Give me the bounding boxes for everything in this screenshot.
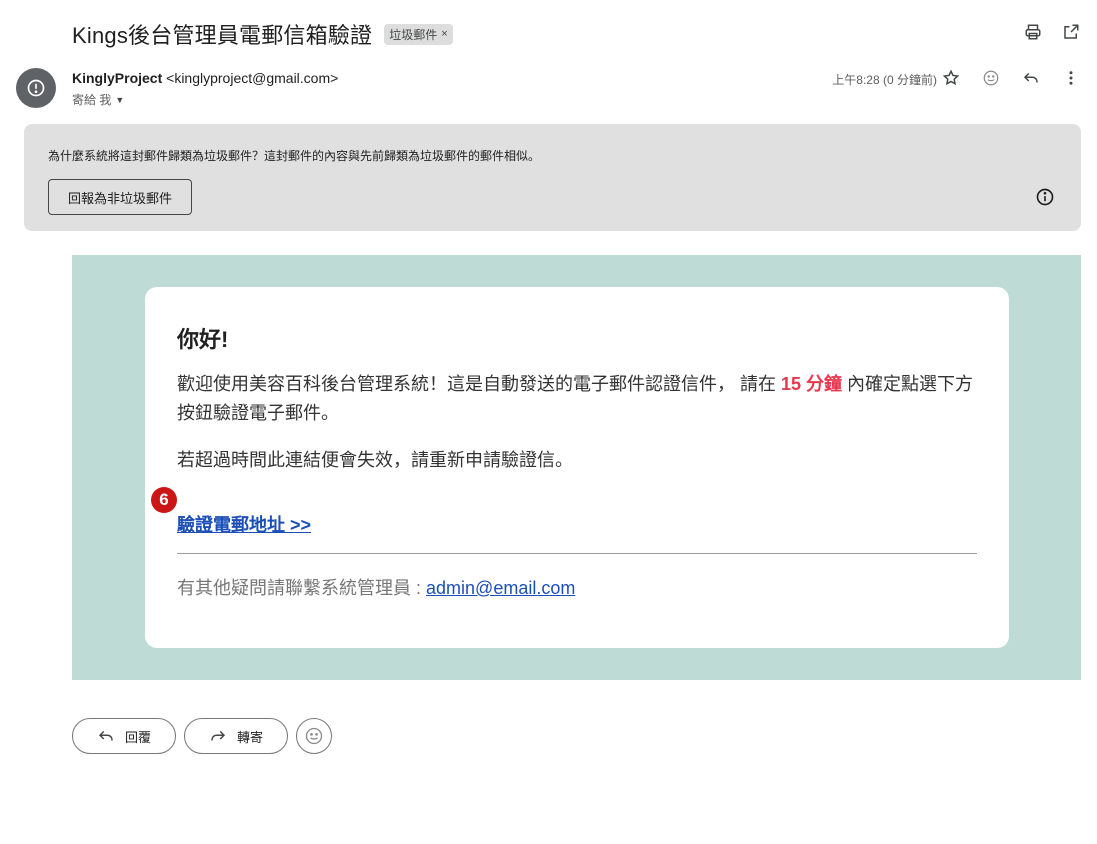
- expiry-notice: 若超過時間此連結便會失效，請重新申請驗證信。: [177, 450, 573, 470]
- sender-email: <kinglyproject@gmail.com>: [166, 70, 339, 86]
- welcome-text-before: 歡迎使用美容百科後台管理系統！這是自動發送的電子郵件認證信件， 請在: [177, 374, 781, 394]
- reply-icon: [98, 730, 113, 741]
- email-body-background: 你好! 歡迎使用美容百科後台管理系統！這是自動發送的電子郵件認證信件， 請在 1…: [72, 255, 1081, 680]
- sender-actions: [941, 68, 1081, 88]
- info-icon[interactable]: [1035, 187, 1055, 207]
- bottom-actions: 回覆 轉寄: [72, 718, 333, 754]
- verify-email-link[interactable]: 驗證電郵地址 >>: [177, 511, 311, 537]
- divider: [177, 553, 977, 554]
- sender-name[interactable]: KinglyProject <kinglyproject@gmail.com>: [72, 70, 338, 86]
- subject-row: Kings後台管理員電郵信箱驗證 垃圾郵件 ×: [72, 18, 1081, 50]
- greeting: 你好!: [177, 327, 229, 352]
- sender-display-name: KinglyProject: [72, 70, 163, 86]
- reply-label: 回覆: [125, 729, 152, 745]
- top-actions: [1023, 22, 1081, 42]
- emoji-icon[interactable]: [981, 68, 1001, 88]
- spam-label-chip[interactable]: 垃圾郵件 ×: [384, 23, 453, 45]
- forward-label: 轉寄: [237, 729, 264, 745]
- report-not-spam-button[interactable]: 回報為非垃圾郵件: [48, 179, 192, 215]
- step-number-badge: 6: [151, 487, 177, 513]
- remove-label-icon[interactable]: ×: [441, 28, 447, 40]
- email-card: 你好! 歡迎使用美容百科後台管理系統！這是自動發送的電子郵件認證信件， 請在 1…: [145, 287, 1009, 648]
- star-icon[interactable]: [941, 68, 961, 88]
- reply-icon[interactable]: [1021, 68, 1041, 88]
- open-in-new-icon[interactable]: [1061, 22, 1081, 42]
- spam-label-text: 垃圾郵件: [389, 27, 438, 42]
- admin-email-link[interactable]: admin@email.com: [426, 578, 575, 598]
- reply-button[interactable]: 回覆: [72, 718, 177, 754]
- warning-icon: [27, 79, 45, 97]
- print-icon[interactable]: [1023, 22, 1043, 42]
- expiry-highlight: 15 分鐘: [781, 374, 843, 394]
- avatar[interactable]: [16, 68, 56, 108]
- contact-prefix: 有其他疑問請聯繫系統管理員 :: [177, 578, 427, 598]
- emoji-reaction-button[interactable]: [296, 718, 333, 754]
- email-time: 上午8:28 (0 分鐘前): [832, 73, 937, 87]
- sender-row: KinglyProject <kinglyproject@gmail.com> …: [16, 66, 1081, 110]
- email-subject: Kings後台管理員電郵信箱驗證: [72, 23, 373, 48]
- contact-line: 有其他疑問請聯繫系統管理員 : admin@email.com: [177, 574, 575, 600]
- recipient-dropdown[interactable]: 寄給 我 ▼: [72, 91, 124, 108]
- welcome-paragraph: 歡迎使用美容百科後台管理系統！這是自動發送的電子郵件認證信件， 請在 15 分鐘…: [177, 370, 977, 428]
- spam-warning-banner: 為什麼系統將這封郵件歸類為垃圾郵件？這封郵件的內容與先前歸類為垃圾郵件的郵件相似…: [24, 124, 1081, 231]
- more-vert-icon[interactable]: [1061, 68, 1081, 88]
- chevron-down-icon: ▼: [115, 94, 125, 105]
- emoji-icon: [305, 727, 323, 745]
- recipient-text: 寄給 我: [72, 93, 112, 107]
- forward-button[interactable]: 轉寄: [184, 718, 289, 754]
- spam-explanation: 為什麼系統將這封郵件歸類為垃圾郵件？這封郵件的內容與先前歸類為垃圾郵件的郵件相似…: [48, 149, 541, 163]
- forward-icon: [211, 730, 226, 741]
